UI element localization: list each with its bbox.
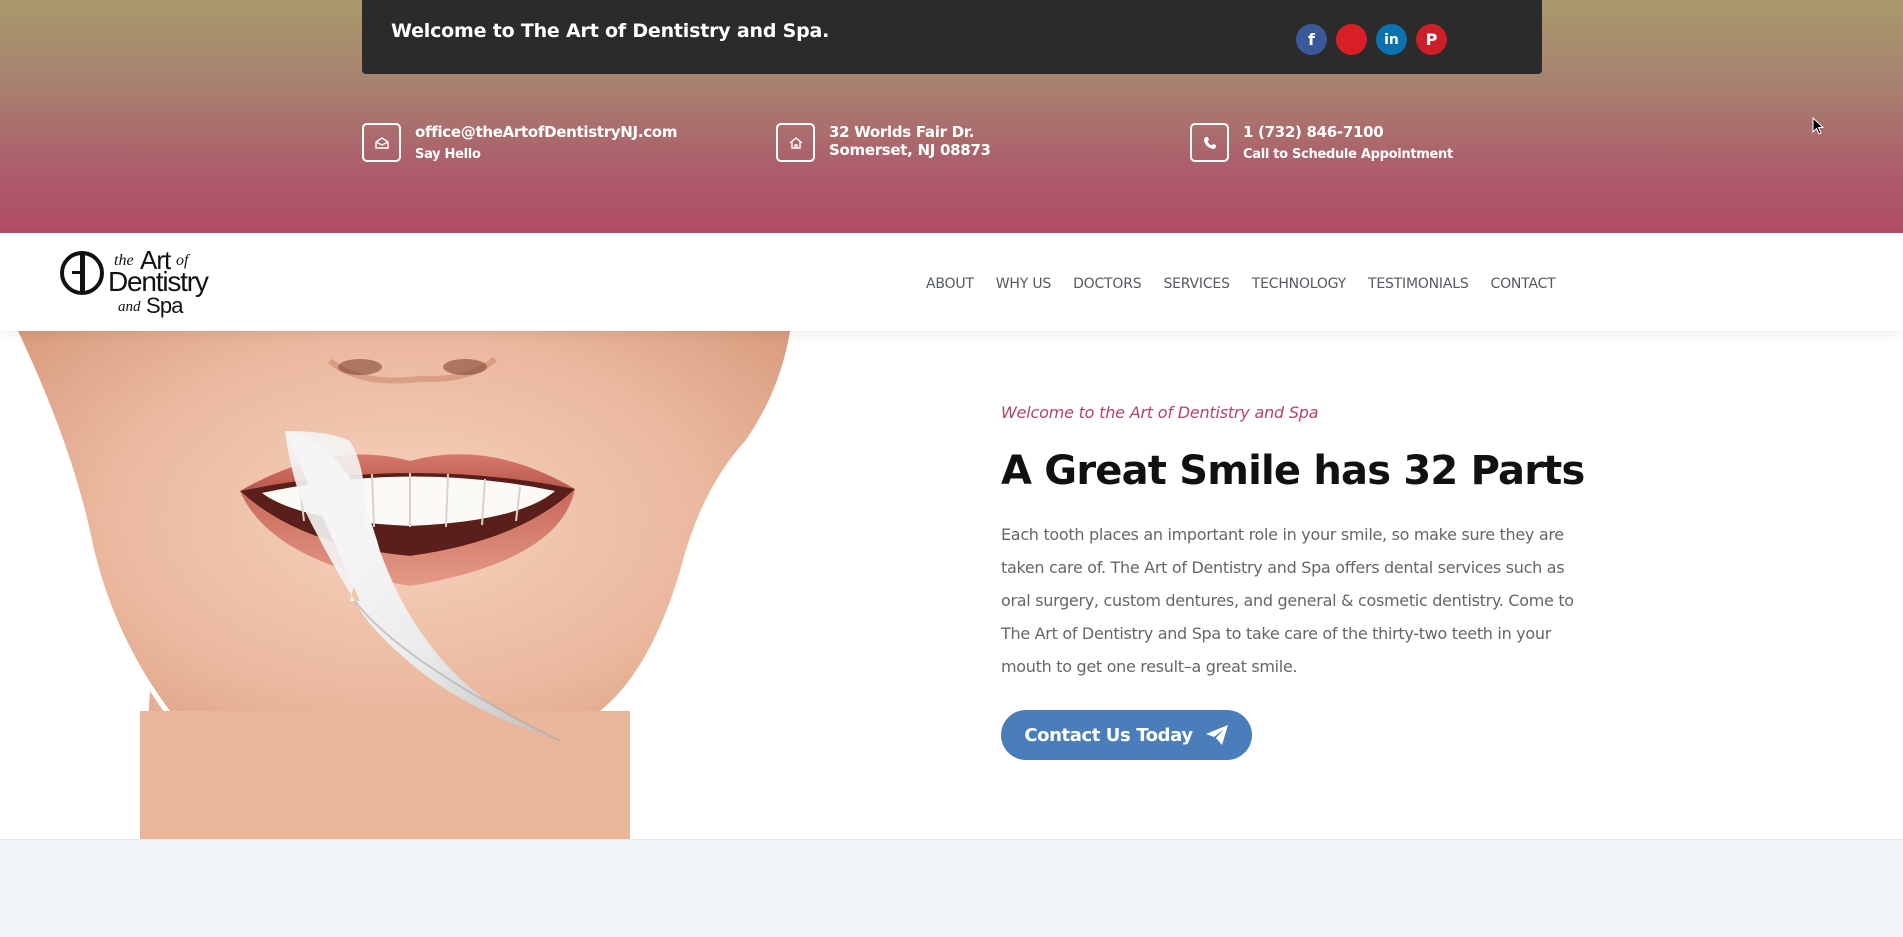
hero-smile-image	[18, 331, 790, 839]
linkedin-icon[interactable]: in	[1376, 24, 1407, 55]
home-icon	[776, 123, 815, 162]
nav-doctors[interactable]: DOCTORS	[1073, 276, 1142, 292]
welcome-bar: Welcome to The Art of Dentistry and Spa.…	[362, 0, 1542, 74]
site-header: the Art of Dentistry and Spa ABOUT WHY U…	[0, 233, 1903, 331]
phone-icon	[1190, 123, 1229, 162]
phone-number[interactable]: 1 (732) 846-7100	[1243, 123, 1453, 141]
contact-us-label: Contact Us Today	[1024, 724, 1193, 746]
hero-body-line: The Art of Dentistry and Spa to take car…	[1001, 624, 1551, 643]
nav-services[interactable]: SERVICES	[1163, 276, 1230, 292]
logo-word-and: and	[118, 299, 141, 315]
next-section-band	[0, 839, 1903, 937]
hero-body-line: oral surgery, custom dentures, and gener…	[1001, 591, 1574, 610]
hero-headline: A Great Smile has 32 Parts	[1001, 448, 1585, 494]
hero-body-line: mouth to get one result–a great smile.	[1001, 657, 1298, 676]
mouse-cursor-icon	[1812, 117, 1825, 135]
youtube-icon[interactable]	[1336, 24, 1367, 55]
welcome-text: Welcome to The Art of Dentistry and Spa.	[391, 20, 830, 42]
nav-why-us[interactable]: WHY US	[996, 276, 1052, 292]
nav-about[interactable]: ABOUT	[926, 276, 974, 292]
top-band: Welcome to The Art of Dentistry and Spa.…	[0, 0, 1903, 233]
address-line-2: Somerset, NJ 08873	[829, 141, 991, 159]
main-nav: ABOUT WHY US DOCTORS SERVICES TECHNOLOGY…	[926, 276, 1578, 292]
phone-sub: Call to Schedule Appointment	[1243, 147, 1453, 162]
facebook-icon[interactable]: f	[1296, 24, 1327, 55]
address-info: 32 Worlds Fair Dr. Somerset, NJ 08873	[776, 123, 991, 162]
nav-technology[interactable]: TECHNOLOGY	[1252, 276, 1346, 292]
email-info[interactable]: office@theArtofDentistryNJ.com Say Hello	[362, 123, 677, 163]
nav-testimonials[interactable]: TESTIMONIALS	[1368, 276, 1469, 292]
hero-kicker: Welcome to the Art of Dentistry and Spa	[1001, 403, 1319, 422]
email-address[interactable]: office@theArtofDentistryNJ.com	[415, 123, 677, 141]
paper-plane-icon	[1205, 725, 1228, 745]
email-sub: Say Hello	[415, 147, 481, 162]
phone-info[interactable]: 1 (732) 846-7100 Call to Schedule Appoin…	[1190, 123, 1453, 163]
logo-word-spa: Spa	[146, 293, 184, 318]
nav-contact[interactable]: CONTACT	[1491, 276, 1556, 292]
pinterest-icon[interactable]: P	[1416, 24, 1447, 55]
address-line-1: 32 Worlds Fair Dr.	[829, 123, 975, 141]
contact-us-button[interactable]: Contact Us Today	[1001, 710, 1252, 760]
hero-section	[0, 331, 1903, 839]
hero-body-line: Each tooth places an important role in y…	[1001, 525, 1564, 544]
site-logo[interactable]: the Art of Dentistry and Spa	[58, 247, 238, 319]
envelope-icon	[362, 123, 401, 162]
hero-body-line: taken care of. The Art of Dentistry and …	[1001, 558, 1565, 577]
hero-body: Each tooth places an important role in y…	[1001, 518, 1601, 683]
